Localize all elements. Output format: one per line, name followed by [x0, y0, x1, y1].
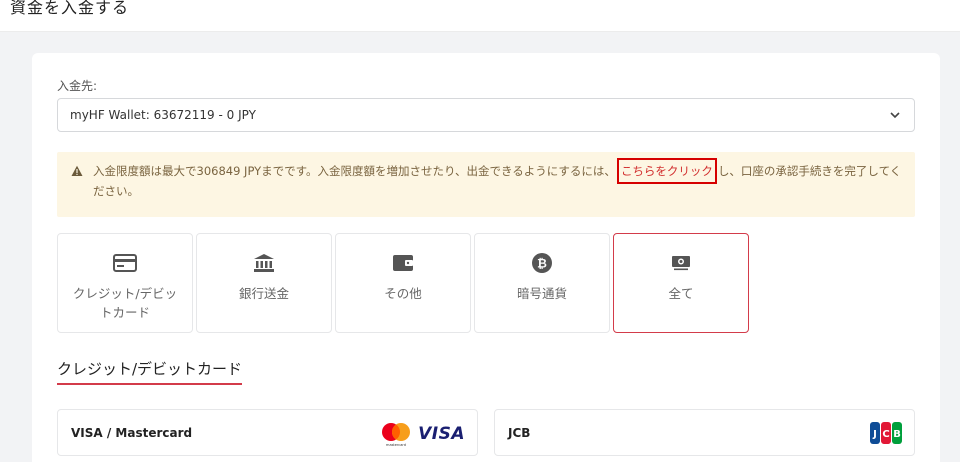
wallet-icon — [391, 252, 415, 274]
method-label: クレジット/デビットカード — [72, 286, 178, 320]
payment-option-visa-mastercard[interactable]: VISA / Mastercard mastercard VISA — [57, 409, 478, 456]
chevron-down-icon — [890, 112, 900, 119]
deposit-target-select[interactable]: myHF Wallet: 63672119 - 0 JPY — [57, 98, 915, 132]
visa-mastercard-logos: mastercard VISA — [379, 421, 465, 447]
mastercard-small-text: mastercard — [386, 443, 406, 447]
mastercard-logo-icon: mastercard — [382, 423, 411, 447]
top-bar — [0, 0, 960, 32]
payment-option-jcb[interactable]: JCB J C B — [494, 409, 915, 456]
bitcoin-icon: ₿ — [530, 252, 554, 274]
svg-text:₿: ₿ — [537, 257, 547, 271]
method-label: その他 — [384, 286, 422, 301]
payment-method-tabs: クレジット/デビットカード 銀行送金 その他 ₿ 暗号通貨 全て — [57, 233, 749, 333]
svg-text:J: J — [872, 429, 877, 440]
deposit-limit-alert: 入金限度額は最大で306849 JPYまでです。入金限度額を増加させたり、出金で… — [57, 152, 915, 217]
money-icon — [669, 252, 693, 274]
deposit-target-value: myHF Wallet: 63672119 - 0 JPY — [70, 108, 256, 122]
payment-option-name: JCB — [508, 425, 531, 440]
alert-text: 入金限度額は最大で306849 JPYまでです。入金限度額を増加させたり、出金で… — [93, 158, 903, 201]
jcb-logo-icon: J C B — [870, 422, 902, 444]
method-tab-card[interactable]: クレジット/デビットカード — [57, 233, 193, 333]
payment-option-name: VISA / Mastercard — [71, 425, 193, 440]
method-label: 銀行送金 — [238, 286, 289, 301]
method-tab-all[interactable]: 全て — [613, 233, 749, 333]
deposit-target-label: 入金先: — [57, 79, 98, 93]
page-title: 資金を入金する — [10, 0, 130, 17]
method-tab-crypto[interactable]: ₿ 暗号通貨 — [474, 233, 610, 333]
method-tab-bank[interactable]: 銀行送金 — [196, 233, 332, 333]
method-tab-other[interactable]: その他 — [335, 233, 471, 333]
method-label: 全て — [668, 286, 694, 301]
warning-icon — [71, 165, 83, 176]
credit-card-icon — [113, 252, 137, 274]
visa-logo: VISA — [418, 424, 465, 444]
section-title: クレジット/デビットカード — [57, 358, 243, 385]
svg-text:C: C — [882, 429, 889, 440]
svg-text:B: B — [893, 429, 901, 440]
method-label: 暗号通貨 — [516, 286, 567, 301]
bank-icon — [252, 252, 276, 274]
verification-link[interactable]: こちらをクリック — [616, 158, 717, 184]
jcb-logo-wrapper: J C B — [870, 421, 902, 445]
alert-text-before: 入金限度額は最大で306849 JPYまでです。入金限度額を増加させたり、出金で… — [93, 164, 616, 178]
